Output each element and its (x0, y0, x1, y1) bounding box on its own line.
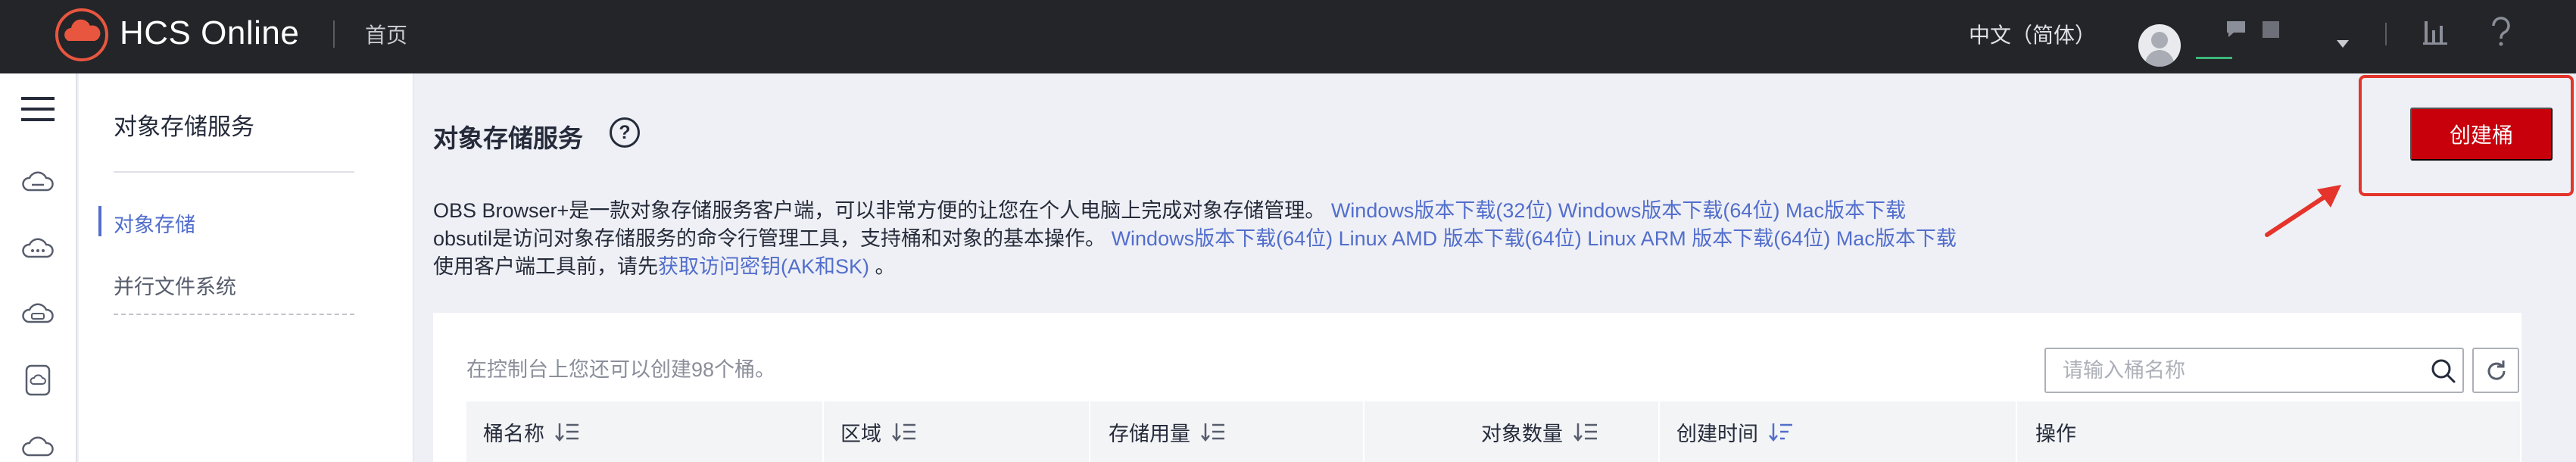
column-header-label: 创建时间 (1676, 422, 1758, 445)
column-header-object-count[interactable]: 对象数量 (1481, 401, 1598, 462)
obsutil-linux-arm-link[interactable]: Linux ARM 版本下载(64位) (1587, 227, 1830, 250)
column-divider (1363, 401, 1364, 462)
cloud-network-icon[interactable] (21, 435, 55, 458)
column-divider (1089, 401, 1090, 462)
language-selector[interactable]: 中文（简体） (1969, 19, 2096, 49)
obsutil-info: obsutil是访问对象存储服务的命令行管理工具，支持桶和对象的基本操作。 Wi… (433, 222, 1957, 251)
obsutil-mac-link[interactable]: Mac版本下载 (1836, 227, 1957, 250)
page-title: 对象存储服务 (433, 124, 583, 152)
sort-descending-active-icon[interactable] (1769, 422, 1793, 442)
menu-icon[interactable] (21, 96, 55, 122)
download-windows-32-link[interactable]: Windows版本下载(32位) (1331, 199, 1553, 222)
cloud-service-icon[interactable] (21, 236, 55, 260)
cloud-storage-icon[interactable] (21, 170, 55, 193)
top-bar: HCS Online 首页 中文（简体） (0, 0, 2576, 73)
obsutil-description: obsutil是访问对象存储服务的命令行管理工具，支持桶和对象的基本操作。 (433, 227, 1106, 250)
column-header-storage-usage[interactable]: 存储用量 (1109, 401, 1225, 462)
download-windows-64-link[interactable]: Windows版本下载(64位) (1558, 199, 1780, 222)
topbar-divider (2385, 23, 2387, 45)
access-key-tail: 。 (869, 255, 896, 278)
service-icon-rail (0, 73, 77, 462)
help-icon[interactable]: ? (610, 117, 640, 148)
obsutil-linux-amd-link[interactable]: Linux AMD 版本下载(64位) (1339, 227, 1582, 250)
brand-name[interactable]: HCS Online (120, 14, 299, 52)
sort-icon[interactable] (1201, 422, 1225, 442)
access-key-description: 使用客户端工具前，请先 (433, 255, 658, 278)
device-icon[interactable] (24, 364, 51, 396)
obs-browser-description: OBS Browser+是一款对象存储服务客户端，可以非常方便的让您在个人电脑上… (433, 199, 1326, 222)
help-menu-icon[interactable] (2490, 17, 2512, 47)
obs-browser-info: OBS Browser+是一款对象存储服务客户端，可以非常方便的让您在个人电脑上… (433, 194, 1906, 223)
subnav-divider (114, 171, 354, 173)
subnav-title: 对象存储服务 (114, 114, 254, 140)
bucket-search-input[interactable] (2063, 349, 2419, 392)
table-header: 桶名称 区域 存储用量 对象数量 创建时间 操作 (466, 401, 2520, 462)
home-link[interactable]: 首页 (365, 19, 407, 49)
sub-navigation: 对象存储服务 对象存储 并行文件系统 (79, 73, 413, 462)
column-header-label: 操作 (2035, 422, 2076, 445)
stats-icon[interactable] (2423, 20, 2447, 45)
bucket-search-box (2044, 348, 2464, 393)
search-icon[interactable] (2431, 358, 2456, 384)
obsutil-windows-64-link[interactable]: Windows版本下载(64位) (1112, 227, 1333, 250)
column-header-label: 对象数量 (1481, 422, 1563, 445)
notification-icon[interactable] (2263, 21, 2279, 38)
online-status-indicator (2196, 57, 2232, 59)
topbar-divider (333, 20, 335, 48)
message-icon[interactable] (2226, 20, 2246, 39)
subnav-item-object-storage[interactable]: 对象存储 (114, 208, 195, 238)
column-header-region[interactable]: 区域 (840, 401, 916, 462)
bucket-quota-text: 在控制台上您还可以创建98个桶。 (466, 358, 776, 381)
column-header-actions: 操作 (2035, 401, 2076, 462)
refresh-icon (2487, 361, 2506, 380)
column-header-created-time[interactable]: 创建时间 (1676, 401, 1793, 462)
subnav-dashed-divider (114, 314, 354, 315)
create-bucket-button[interactable]: 创建桶 (2410, 108, 2553, 161)
column-header-label: 区域 (840, 422, 881, 445)
access-key-info: 使用客户端工具前，请先获取访问密钥(AK和SK) 。 (433, 250, 896, 279)
sort-icon[interactable] (892, 422, 916, 442)
get-access-key-link[interactable]: 获取访问密钥(AK和SK) (658, 255, 869, 278)
refresh-button[interactable] (2472, 348, 2519, 393)
user-avatar[interactable] (2138, 24, 2181, 67)
active-indicator (98, 206, 101, 236)
column-header-label: 存储用量 (1109, 422, 1190, 445)
database-cloud-icon[interactable] (21, 302, 55, 325)
annotation-arrow-icon (2265, 185, 2341, 237)
user-menu-chevron-down-icon[interactable] (2336, 39, 2350, 48)
column-header-label: 桶名称 (483, 422, 544, 445)
bucket-list-panel: 在控制台上您还可以创建98个桶。 桶名称 区域 (433, 313, 2521, 462)
column-header-bucket-name[interactable]: 桶名称 (483, 401, 579, 462)
sort-icon[interactable] (1573, 422, 1598, 442)
sort-icon[interactable] (555, 422, 579, 442)
subnav-item-parallel-file-system[interactable]: 并行文件系统 (114, 270, 236, 300)
column-divider (822, 401, 824, 462)
column-divider (2016, 401, 2017, 462)
column-divider (1658, 401, 1660, 462)
hcs-logo-icon[interactable] (55, 8, 109, 62)
download-mac-link[interactable]: Mac版本下载 (1785, 199, 1906, 222)
